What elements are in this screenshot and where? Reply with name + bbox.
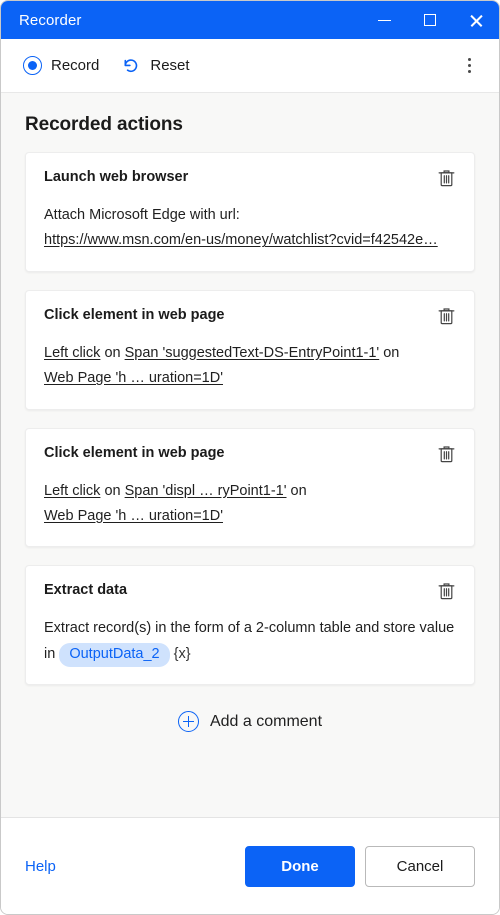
variable-chip[interactable]: OutputData_2 bbox=[59, 642, 170, 667]
plus-circle-icon bbox=[177, 711, 199, 732]
action-card-title: Extract data bbox=[44, 582, 128, 599]
add-comment-label: Add a comment bbox=[209, 712, 323, 730]
click-target-link[interactable]: Span 'displ … ryPoint1-1' bbox=[125, 483, 287, 499]
delete-action-icon[interactable] bbox=[437, 168, 456, 188]
record-button-label: Record bbox=[51, 57, 100, 74]
action-card-header: Extract data bbox=[44, 582, 456, 601]
title-bar: Recorder bbox=[1, 1, 499, 39]
recorder-window: Recorder Record Reset Recorded actions L… bbox=[0, 0, 500, 915]
minimize-button[interactable] bbox=[361, 1, 407, 39]
action-card-title: Launch web browser bbox=[44, 169, 189, 185]
action-card-header: Click element in web page bbox=[44, 445, 456, 464]
add-comment-row: Add a comment bbox=[25, 703, 475, 740]
record-button[interactable]: Record bbox=[19, 51, 109, 80]
reset-button-label: Reset bbox=[150, 57, 190, 74]
record-icon bbox=[23, 56, 42, 75]
delete-action-icon[interactable] bbox=[437, 306, 456, 326]
action-connector: on bbox=[100, 344, 125, 361]
action-card-header: Click element in web page bbox=[44, 307, 456, 326]
web-page-link[interactable]: Web Page 'h … uration=1D' bbox=[44, 370, 223, 386]
action-card[interactable]: Launch web browser Attach Microsoft Edge… bbox=[25, 152, 475, 272]
cancel-button[interactable]: Cancel bbox=[365, 845, 475, 887]
close-icon bbox=[469, 13, 484, 28]
action-card[interactable]: Click element in web page Left click on … bbox=[25, 427, 475, 548]
recorded-actions-panel: Recorded actions Launch web browser Atta… bbox=[1, 93, 499, 817]
web-page-link[interactable]: Web Page 'h … uration=1D' bbox=[44, 508, 223, 524]
action-card-body: Extract record(s) in the form of a 2-col… bbox=[44, 616, 456, 667]
action-card-header: Launch web browser bbox=[44, 169, 456, 188]
kebab-dot bbox=[467, 70, 471, 73]
window-title: Recorder bbox=[19, 11, 82, 29]
reset-icon bbox=[121, 56, 141, 76]
action-card-title: Click element in web page bbox=[44, 444, 225, 461]
maximize-button[interactable] bbox=[407, 1, 453, 39]
delete-action-icon[interactable] bbox=[437, 581, 456, 601]
help-link[interactable]: Help bbox=[25, 858, 56, 875]
action-card-body: Attach Microsoft Edge with url: https://… bbox=[44, 203, 456, 254]
action-url-link[interactable]: https://www.msn.com/en-us/money/watchlis… bbox=[44, 228, 456, 253]
close-button[interactable] bbox=[453, 1, 499, 39]
add-comment-button[interactable]: Add a comment bbox=[164, 703, 336, 740]
reset-button[interactable]: Reset bbox=[117, 51, 199, 81]
dialog-footer: Help Done Cancel bbox=[1, 817, 499, 914]
variable-type-indicator: {x} bbox=[173, 645, 191, 662]
action-card-body: Left click on Span 'suggestedText-DS-Ent… bbox=[44, 341, 456, 392]
action-card-title: Click element in web page bbox=[44, 306, 225, 323]
more-options-button[interactable] bbox=[453, 50, 485, 82]
click-action-label: Left click bbox=[44, 482, 101, 499]
minimize-icon bbox=[377, 19, 391, 21]
action-connector: on bbox=[286, 482, 307, 499]
maximize-icon bbox=[424, 14, 436, 26]
delete-action-icon[interactable] bbox=[437, 444, 456, 464]
kebab-dot bbox=[467, 64, 471, 67]
action-card[interactable]: Extract data Extract record(s) in the fo… bbox=[25, 565, 475, 685]
action-connector: on bbox=[100, 482, 125, 499]
done-button[interactable]: Done bbox=[245, 845, 355, 887]
page-title: Recorded actions bbox=[25, 114, 183, 135]
kebab-dot bbox=[467, 58, 471, 61]
window-controls bbox=[361, 1, 499, 39]
click-action-label: Left click bbox=[44, 344, 101, 361]
action-description: Attach Microsoft Edge with url: bbox=[44, 207, 240, 223]
toolbar: Record Reset bbox=[1, 39, 499, 93]
click-target-link[interactable]: Span 'suggestedText-DS-EntryPoint1-1' bbox=[125, 345, 380, 361]
action-connector: on bbox=[379, 344, 400, 361]
action-card-body: Left click on Span 'displ … ryPoint1-1' … bbox=[44, 479, 456, 530]
action-card[interactable]: Click element in web page Left click on … bbox=[25, 289, 475, 410]
